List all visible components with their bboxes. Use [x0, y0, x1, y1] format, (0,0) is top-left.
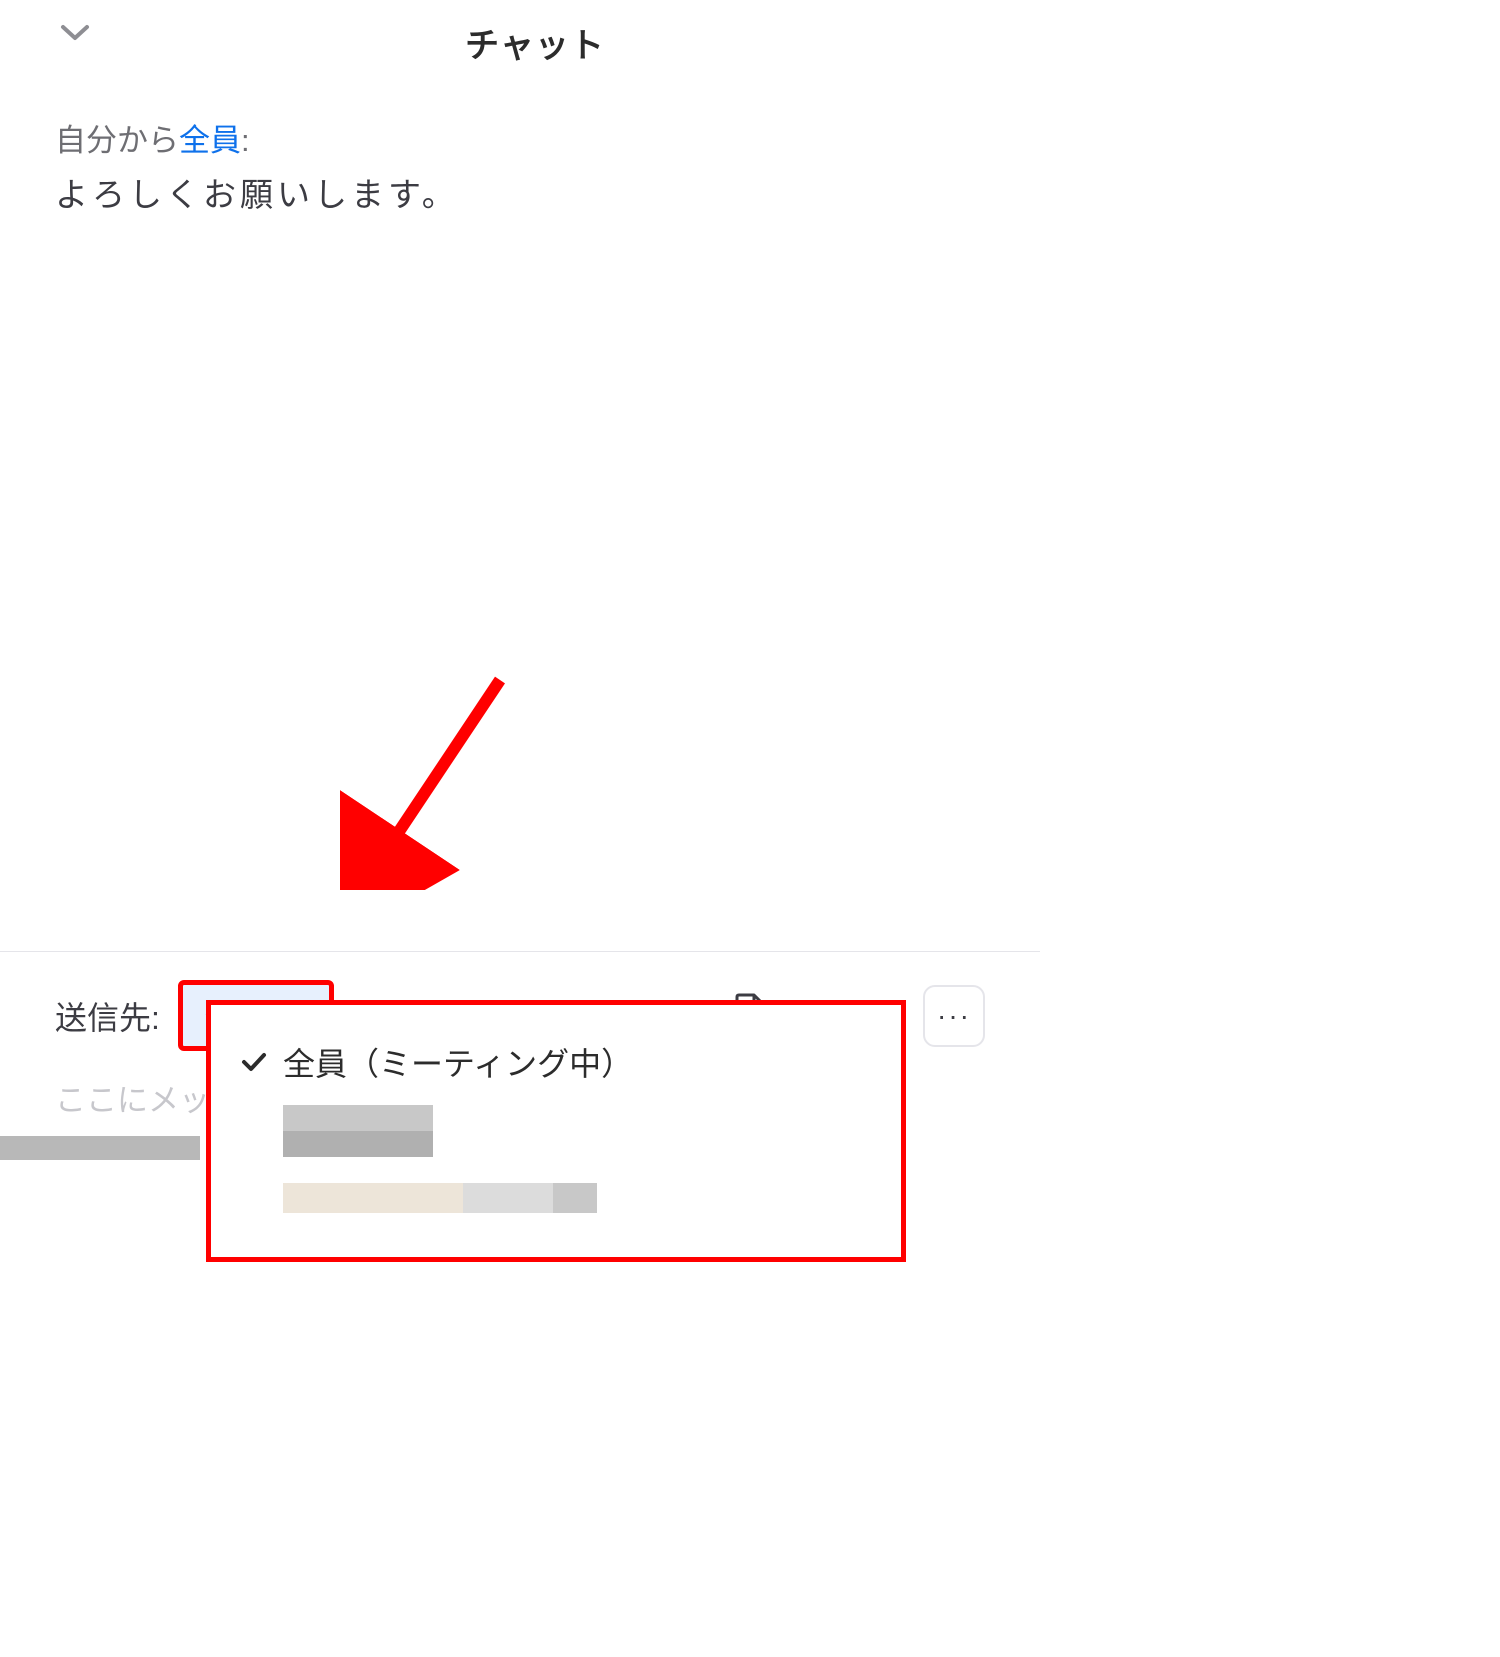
chat-header: チャット [0, 0, 1040, 85]
bottom-divider [0, 1136, 200, 1160]
chat-title: チャット [60, 18, 1010, 67]
redacted-name [283, 1183, 597, 1213]
message-recipient-link[interactable]: 全員 [179, 123, 241, 158]
dropdown-item-everyone[interactable]: 全員（ミーティング中） [231, 1029, 881, 1095]
send-to-label: 送信先: [55, 993, 160, 1039]
message-body: よろしくお願いします。 [55, 168, 985, 216]
recipient-dropdown-menu: 全員（ミーティング中） [206, 1000, 906, 1262]
message-from-suffix: : [241, 123, 250, 158]
dropdown-item-participant-1[interactable] [231, 1095, 881, 1167]
more-icon: ··· [937, 1000, 971, 1032]
more-options-button[interactable]: ··· [923, 985, 985, 1047]
dropdown-item-participant-2[interactable] [231, 1167, 881, 1223]
dropdown-item-label: 全員（ミーティング中） [283, 1039, 633, 1085]
message-from-prefix: 自分から [55, 123, 179, 158]
check-icon [239, 1051, 269, 1073]
chat-messages: 自分から全員: よろしくお願いします。 [0, 85, 1040, 246]
redacted-name [283, 1105, 433, 1157]
chat-panel: チャット 自分から全員: よろしくお願いします。 送信先: 全員 ファイル [0, 0, 1040, 1160]
collapse-chevron-icon[interactable] [60, 22, 90, 47]
message-sender-line: 自分から全員: [55, 115, 985, 160]
